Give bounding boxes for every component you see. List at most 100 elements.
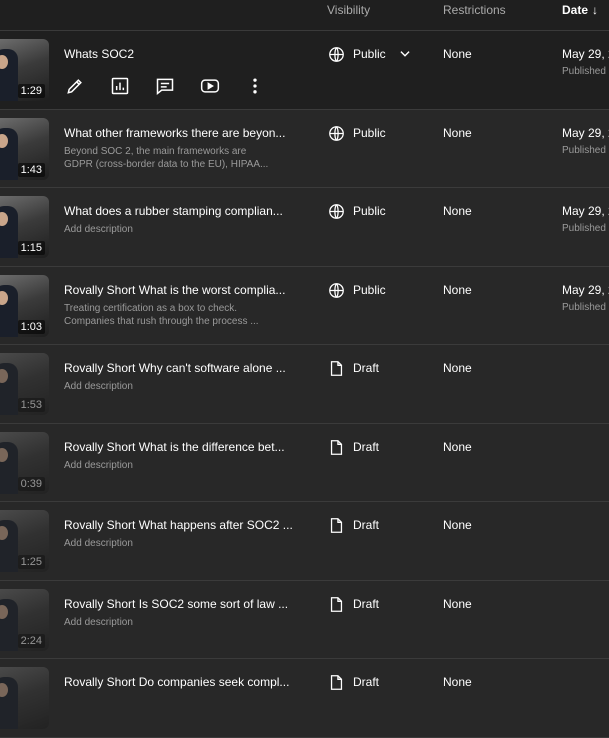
visibility-value[interactable]: Public	[353, 126, 386, 140]
video-description[interactable]: Beyond SOC 2, the main frameworks are GD…	[64, 145, 294, 172]
arrow-down-icon[interactable]: ↓	[592, 3, 598, 17]
video-title[interactable]: Rovally Short What happens after SOC2 ..…	[64, 518, 304, 532]
description-line: Beyond SOC 2, the main frameworks are	[64, 145, 247, 157]
thumbnail-face	[0, 604, 8, 619]
video-thumbnail[interactable]: 1:15	[0, 196, 49, 258]
video-duration: 1:15	[17, 241, 45, 255]
restrictions-value: None	[443, 439, 472, 454]
video-duration: 1:03	[17, 319, 45, 334]
video-row[interactable]: 1:25 Rovally Short What happens after SO…	[0, 502, 609, 581]
description-line: Add description	[64, 224, 133, 235]
pencil-icon[interactable]	[64, 75, 86, 97]
column-header-date[interactable]: Date ↓	[562, 3, 598, 17]
restrictions-value: None	[443, 596, 472, 611]
date-status: Published	[562, 144, 606, 156]
date-value: May 29, 2	[562, 47, 609, 61]
visibility-value[interactable]: Draft	[353, 675, 379, 689]
video-title[interactable]: Rovally Short What is the difference bet…	[64, 440, 304, 454]
thumbnail-figure	[0, 284, 18, 337]
description-line: GDPR (cross-border data to the EU), HIPA…	[64, 159, 269, 170]
chevron-down-icon[interactable]	[398, 47, 412, 61]
date-value: May 29, 2	[562, 204, 609, 218]
video-title[interactable]: Rovally Short Why can't software alone .…	[64, 361, 304, 375]
date-status: Published	[562, 223, 606, 234]
thumbnail-face	[0, 133, 8, 148]
video-row[interactable]: 1:15 What does a rubber stamping complia…	[0, 188, 609, 267]
video-row[interactable]: 2:24 Rovally Short Is SOC2 some sort of …	[0, 580, 609, 659]
youtube-icon[interactable]	[199, 75, 221, 97]
video-thumbnail[interactable]: 1:53	[0, 353, 49, 415]
visibility-value[interactable]: Public	[353, 204, 386, 218]
visibility-value[interactable]: Public	[353, 47, 386, 61]
thumbnail-figure	[0, 49, 18, 101]
thumbnail-figure	[0, 441, 18, 494]
restrictions-value: None	[443, 125, 472, 140]
video-duration: 1:43	[17, 162, 45, 177]
visibility-value[interactable]: Draft	[353, 361, 379, 375]
thumbnail-face	[0, 447, 8, 462]
video-thumbnail[interactable]: 1:25	[0, 510, 49, 572]
globe-icon	[328, 203, 345, 220]
video-thumbnail[interactable]: 1:43	[0, 117, 49, 180]
analytics-icon[interactable]	[109, 75, 131, 97]
video-description[interactable]: Add description	[64, 380, 294, 394]
video-description[interactable]: Treating certification as a box to check…	[64, 302, 294, 329]
video-duration: 1:25	[17, 555, 45, 569]
video-thumbnail[interactable]: 2:24	[0, 588, 49, 651]
video-duration: 1:53	[17, 398, 45, 412]
restrictions-value: None	[443, 282, 472, 297]
video-title[interactable]: Rovally Short Do companies seek compl...	[64, 675, 304, 689]
column-header-visibility[interactable]: Visibility	[327, 3, 370, 17]
thumbnail-figure	[0, 677, 18, 729]
video-row[interactable]: Rovally Short Do companies seek compl...…	[0, 659, 609, 738]
thumbnail-figure	[0, 520, 18, 572]
visibility-value[interactable]: Draft	[353, 597, 379, 611]
thumbnail-figure	[0, 206, 18, 258]
document-icon	[328, 360, 345, 377]
video-row[interactable]: 1:53 Rovally Short Why can't software al…	[0, 345, 609, 424]
description-line: Add description	[64, 538, 133, 549]
visibility-value[interactable]: Draft	[353, 440, 379, 454]
video-title[interactable]: Whats SOC2	[64, 47, 304, 61]
video-list: 1:29 Whats SOC2 Public None May 29, Publ…	[0, 31, 609, 738]
video-thumbnail[interactable]: 1:29	[0, 39, 49, 101]
description-line: Companies that rush through the process …	[64, 316, 259, 327]
video-description[interactable]: Add description	[64, 459, 294, 473]
thumbnail-face	[0, 55, 8, 69]
thumbnail-figure	[0, 598, 18, 651]
video-duration: 1:29	[17, 84, 45, 98]
column-header-date-label: Date	[562, 3, 589, 17]
document-icon	[328, 596, 345, 613]
globe-icon	[328, 282, 345, 299]
video-thumbnail[interactable]	[0, 667, 49, 729]
visibility-value[interactable]: Draft	[353, 518, 379, 532]
video-row[interactable]: 1:43 What other frameworks there are bey…	[0, 109, 609, 188]
video-description[interactable]: Add description	[64, 616, 294, 630]
document-icon	[328, 517, 345, 534]
video-thumbnail[interactable]: 1:03	[0, 274, 49, 337]
thumbnail-figure	[0, 363, 18, 415]
video-description[interactable]: Add description	[64, 223, 294, 237]
visibility-value[interactable]: Public	[353, 283, 386, 297]
comments-icon[interactable]	[154, 75, 176, 97]
description-line: Treating certification as a box to check…	[64, 302, 238, 314]
date-value: May 29, 2	[562, 125, 609, 140]
video-row[interactable]: 1:29 Whats SOC2 Public None May 29, Publ…	[0, 31, 609, 110]
description-line: Add description	[64, 616, 133, 628]
video-row[interactable]: 1:03 Rovally Short What is the worst com…	[0, 266, 609, 345]
more-vert-icon[interactable]	[244, 75, 266, 97]
document-icon	[328, 439, 345, 456]
description-line: Add description	[64, 459, 133, 471]
description-line: Add description	[64, 381, 133, 392]
video-title[interactable]: Rovally Short What is the worst complia.…	[64, 283, 304, 297]
column-header-restrictions[interactable]: Restrictions	[443, 3, 506, 17]
date-value: May 29, 2	[562, 282, 609, 297]
video-title[interactable]: Rovally Short Is SOC2 some sort of law .…	[64, 597, 304, 611]
thumbnail-face	[0, 683, 8, 697]
video-row[interactable]: 0:39 Rovally Short What is the differenc…	[0, 423, 609, 502]
video-thumbnail[interactable]: 0:39	[0, 431, 49, 494]
video-title[interactable]: What other frameworks there are beyon...	[64, 126, 304, 140]
video-description[interactable]: Add description	[64, 537, 294, 551]
date-status: Published	[562, 301, 606, 313]
video-title[interactable]: What does a rubber stamping complian...	[64, 204, 304, 218]
